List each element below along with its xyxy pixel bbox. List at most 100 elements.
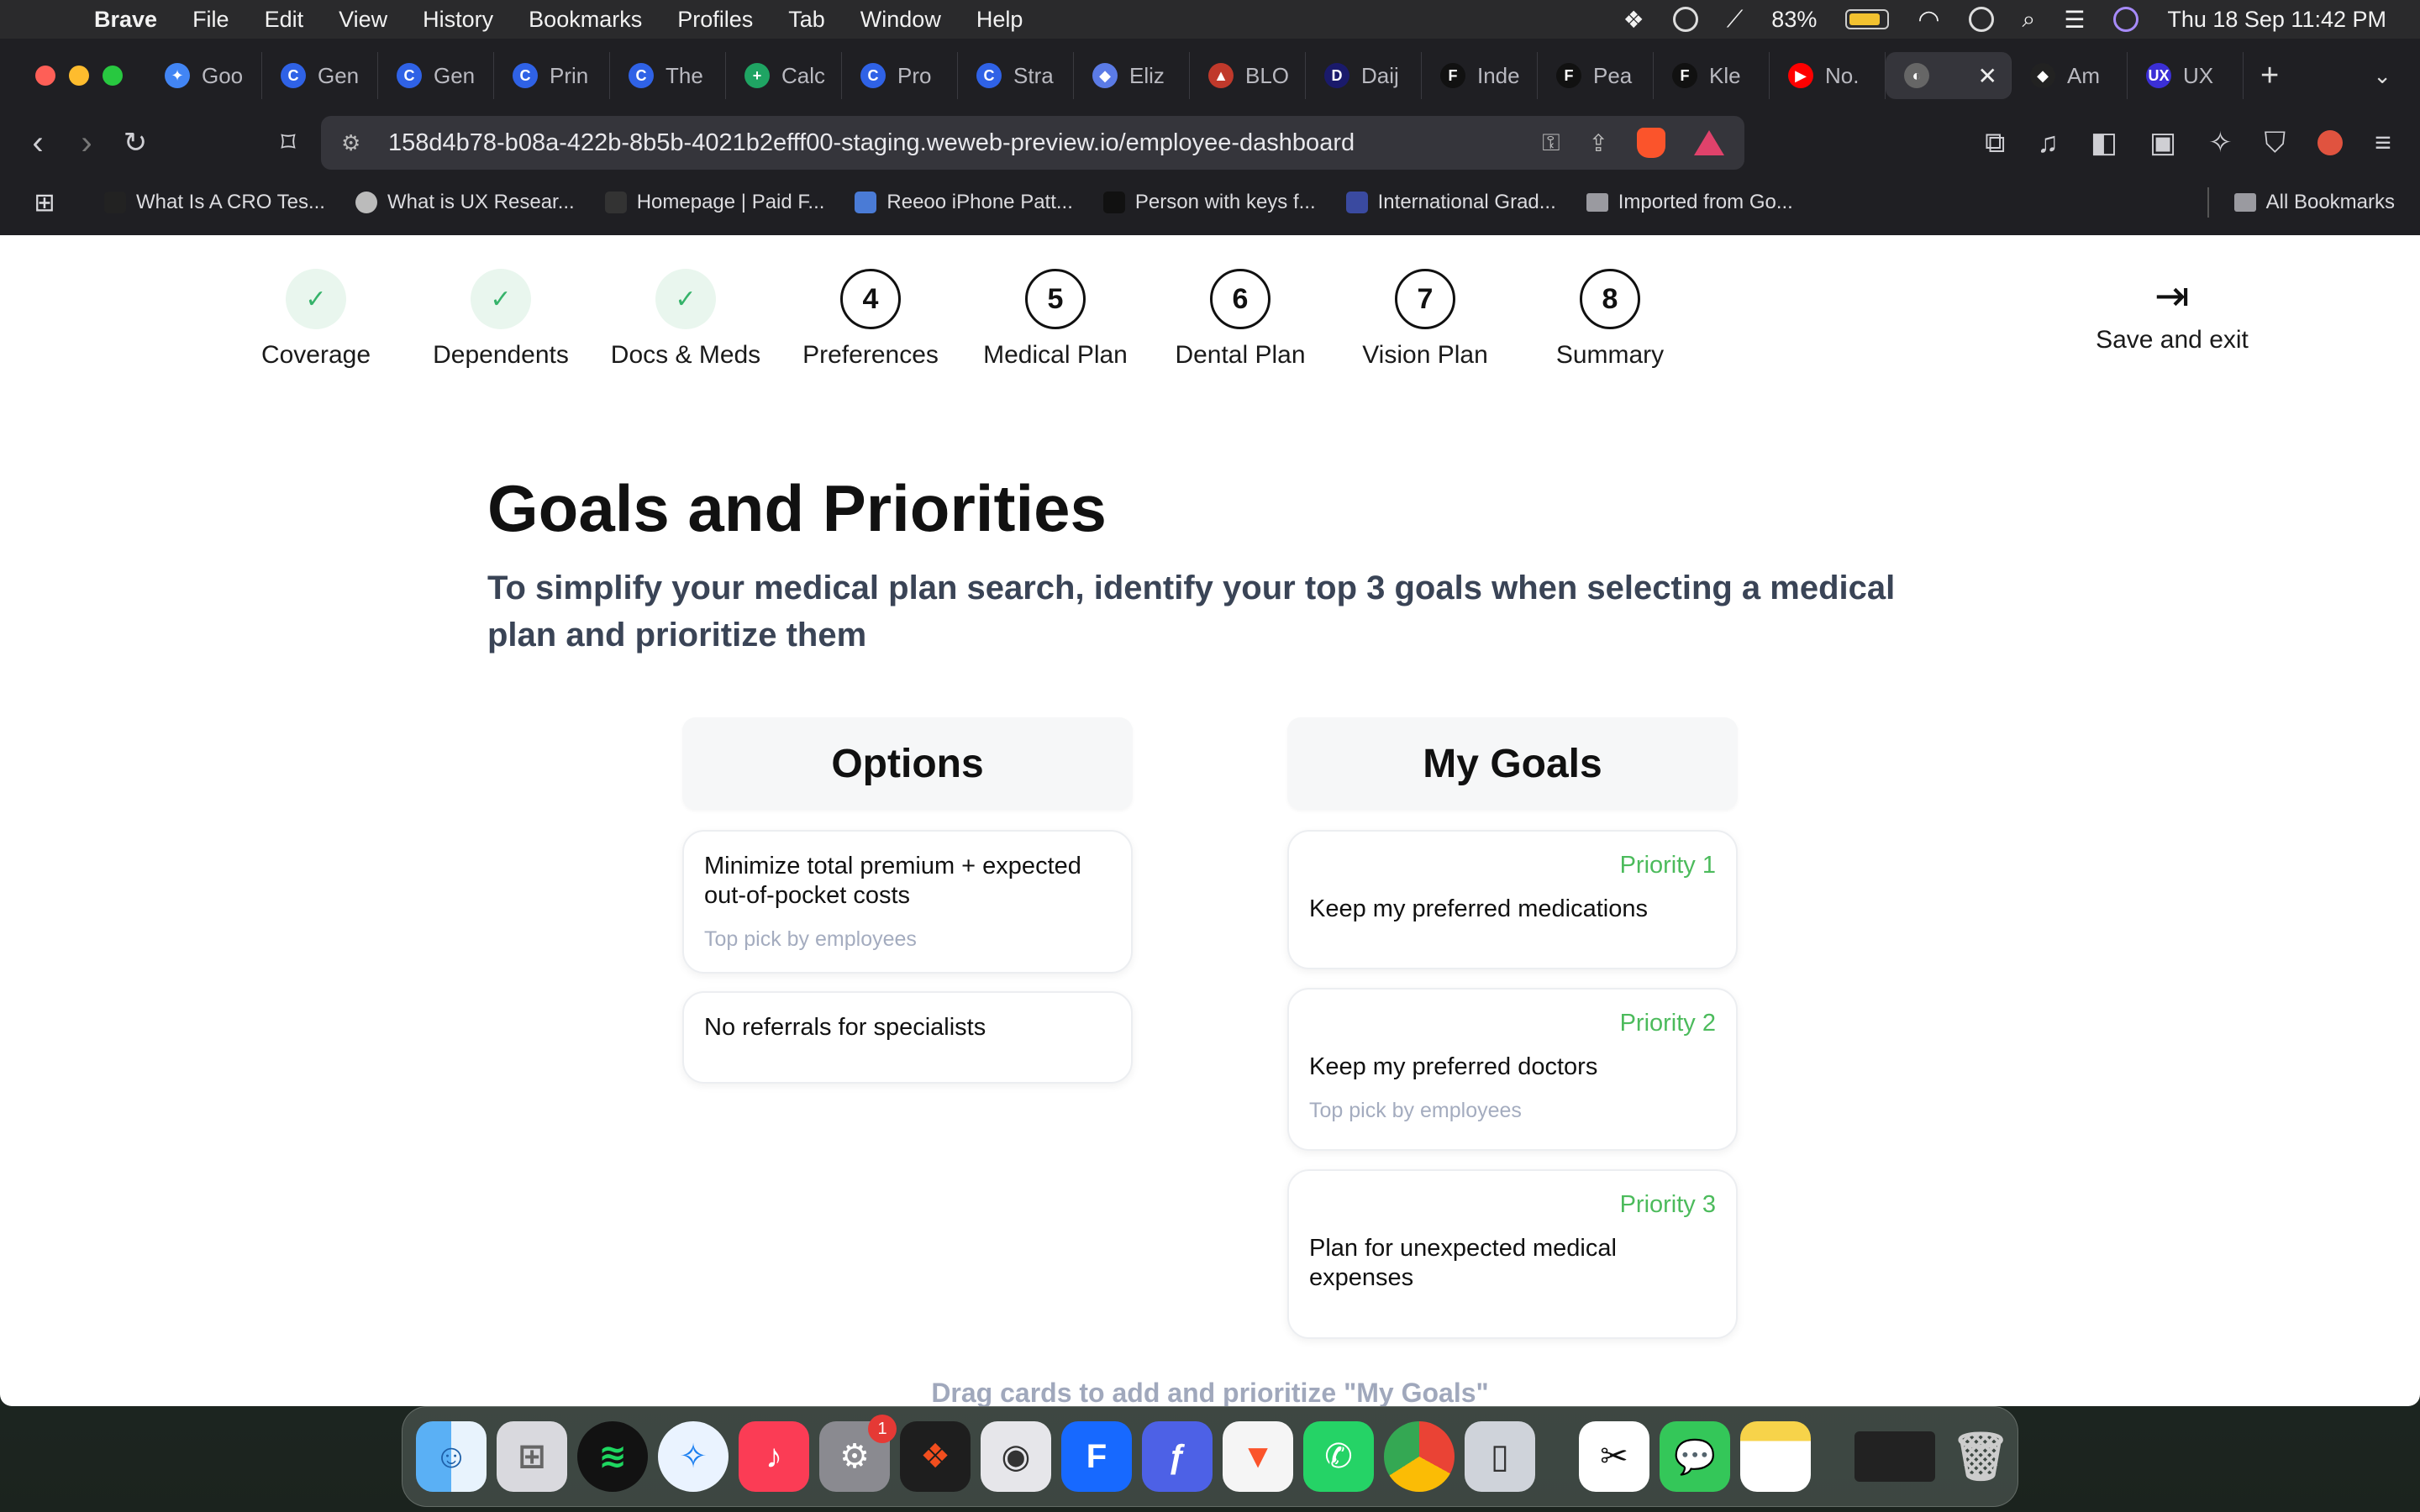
browser-tab-active[interactable]: ◐ ✕ [1886,52,2012,99]
launchpad-icon[interactable]: ⊞ [497,1421,567,1492]
browser-tab[interactable]: C Pro [842,52,958,99]
step-1[interactable]: ✓ Coverage [224,269,408,370]
goal-card-priority-2[interactable]: Priority 2 Keep my preferred doctors Top… [1287,988,1738,1151]
browser-tab[interactable]: ◆ Am [2012,52,2128,99]
close-window-button[interactable] [35,66,55,86]
browser-tab[interactable]: C The [610,52,726,99]
browser-tab[interactable]: C Gen [378,52,494,99]
wallet-icon[interactable]: ▣ [2149,126,2176,160]
reload-icon[interactable]: ↻ [111,126,160,160]
zoom-window-button[interactable] [103,66,123,86]
browser-tab[interactable]: F Inde [1422,52,1538,99]
password-key-icon[interactable]: ⚿ [1542,129,1560,157]
minimized-window-icon[interactable] [1854,1431,1935,1482]
screenshot-icon[interactable]: ◉ [981,1421,1051,1492]
trash-icon[interactable]: 🗑 [1945,1421,2016,1492]
menu-profiles[interactable]: Profiles [677,7,753,33]
address-bar[interactable]: ⚙ 158d4b78-b08a-422b-8b5b-4021b2efff00-s… [321,116,1744,170]
play-status-icon[interactable] [1672,7,1698,32]
browser-tab[interactable]: ◆ Eliz [1074,52,1190,99]
browser-tab[interactable]: D Daij [1306,52,1422,99]
save-and-exit-button[interactable]: ⇥ Save and exit [2075,269,2269,354]
forward-arrow-icon[interactable]: › [62,124,111,162]
user-account-icon[interactable] [1968,7,1994,32]
step-3[interactable]: ✓ Docs & Meds [593,269,778,370]
sidebar-toggle-icon[interactable]: ◧ [2091,126,2118,160]
brave-rewards-icon[interactable] [1694,130,1724,155]
share-icon[interactable]: ⇪ [1589,129,1608,157]
option-card[interactable]: No referrals for specialists [682,991,1133,1084]
step-2[interactable]: ✓ Dependents [408,269,593,370]
step-7[interactable]: 7 Vision Plan [1333,269,1518,370]
figma-icon[interactable]: ❖ [900,1421,971,1492]
framer-icon[interactable]: F [1061,1421,1132,1492]
vpn-shield-icon[interactable]: ⛉ [2265,127,2286,160]
capcut-icon[interactable]: ✂ [1579,1421,1649,1492]
spotify-icon[interactable]: ≋ [577,1421,648,1492]
apps-grid-icon[interactable]: ⊞ [15,188,74,218]
bookmark-item[interactable]: Person with keys f... [1102,191,1316,214]
browser-tab[interactable]: UX UX [2128,52,2244,99]
siri-icon[interactable] [2113,7,2139,32]
goal-card-priority-3[interactable]: Priority 3 Plan for unexpected medical e… [1287,1169,1738,1339]
browser-tab[interactable]: F Pea [1538,52,1654,99]
step-8[interactable]: 8 Summary [1518,269,1702,370]
profile-avatar-icon[interactable] [2317,130,2344,155]
bookmark-item[interactable]: Homepage | Paid F... [604,191,824,214]
bookmark-folder[interactable]: Imported from Go... [1586,191,1793,214]
browser-tab[interactable]: + Calc [726,52,842,99]
bookmark-item[interactable]: Reeoo iPhone Patt... [855,191,1073,214]
pen-off-status-icon[interactable]: ⟋ [1727,6,1744,34]
extensions-puzzle-icon[interactable]: ⧉ [1985,127,2005,160]
menu-clock[interactable]: Thu 18 Sep 11:42 PM [2167,7,2386,33]
figma-alt-icon[interactable]: ƒ [1142,1421,1213,1492]
leo-ai-sparkle-icon[interactable]: ✧ [2208,126,2233,160]
goal-card-priority-1[interactable]: Priority 1 Keep my preferred medications [1287,830,1738,969]
whatsapp-icon[interactable]: ✆ [1303,1421,1374,1492]
menu-window[interactable]: Window [860,7,941,33]
bookmark-page-icon[interactable]: ⌑ [267,126,309,160]
browser-tab[interactable]: C Gen [262,52,378,99]
menu-tab[interactable]: Tab [788,7,825,33]
step-4[interactable]: 4 Preferences [778,269,963,370]
minimize-window-button[interactable] [69,66,89,86]
menu-app-name[interactable]: Brave [94,7,157,33]
browser-tab[interactable]: ▲ BLO [1190,52,1306,99]
bookmark-item[interactable]: International Grad... [1345,191,1556,214]
notes-icon[interactable] [1740,1421,1811,1492]
menu-file[interactable]: File [192,7,229,33]
option-card[interactable]: Minimize total premium + expected out-of… [682,830,1133,974]
chrome-icon[interactable] [1384,1421,1455,1492]
spotlight-search-icon[interactable]: ⌕ [2023,6,2036,34]
figma-status-icon[interactable]: ❖ [1623,6,1644,34]
system-settings-icon[interactable]: ⚙ 1 [819,1415,897,1492]
tab-list-chevron-icon[interactable]: ⌄ [2373,63,2391,89]
brave-shields-icon[interactable] [1637,128,1665,158]
browser-tab[interactable]: C Prin [494,52,610,99]
bookmark-item[interactable]: What Is A CRO Tes... [104,191,325,214]
all-bookmarks-folder[interactable]: All Bookmarks [2233,191,2395,214]
browser-tab[interactable]: ✦ Goo [146,52,262,99]
music-icon[interactable]: ♪ [739,1421,809,1492]
menu-bookmarks[interactable]: Bookmarks [529,7,642,33]
browser-tab[interactable]: C Stra [958,52,1074,99]
finder-icon[interactable]: ☺ [416,1421,487,1492]
messages-icon[interactable]: 💬 [1660,1421,1730,1492]
menu-history[interactable]: History [423,7,493,33]
browser-tab[interactable]: ▶ No. [1770,52,1886,99]
control-center-icon[interactable]: ☰ [2064,6,2085,34]
wifi-icon[interactable]: ◠ [1918,5,1939,34]
site-settings-icon[interactable]: ⚙ [341,130,366,156]
browser-menu-icon[interactable]: ≡ [2375,127,2391,160]
menu-help[interactable]: Help [976,7,1023,33]
menu-edit[interactable]: Edit [265,7,304,33]
safari-icon[interactable]: ✧ [658,1421,729,1492]
battery-icon[interactable] [1845,9,1890,29]
iphone-mirroring-icon[interactable]: ▯ [1465,1421,1535,1492]
browser-tab[interactable]: F Kle [1654,52,1770,99]
close-tab-icon[interactable]: ✕ [1978,62,1997,90]
step-5[interactable]: 5 Medical Plan [963,269,1148,370]
new-tab-plus-icon[interactable]: + [2260,58,2279,94]
brave-icon[interactable]: ▼ [1223,1421,1293,1492]
media-music-icon[interactable]: ♫ [2037,127,2059,160]
